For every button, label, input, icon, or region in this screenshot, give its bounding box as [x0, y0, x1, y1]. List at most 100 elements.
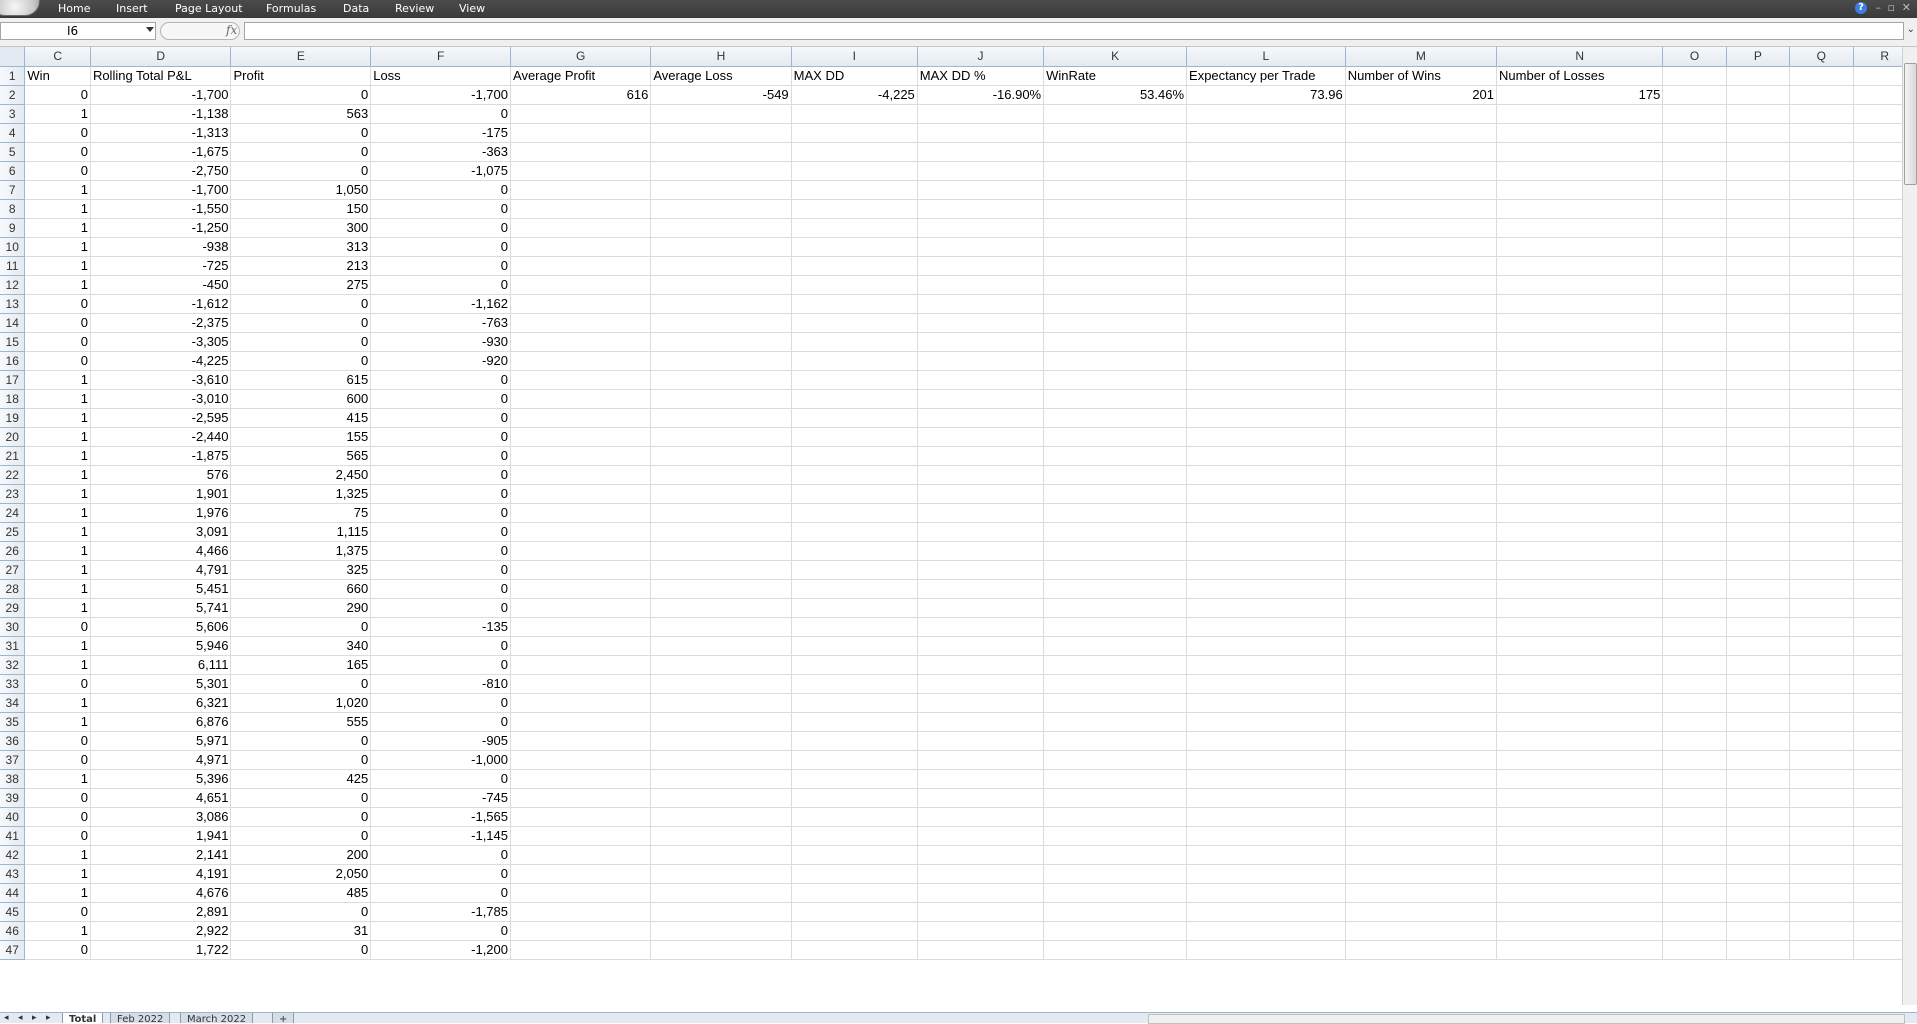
cell[interactable]	[1043, 104, 1188, 124]
cell[interactable]	[1662, 484, 1727, 504]
cell[interactable]: 0	[230, 788, 372, 808]
cell[interactable]	[1789, 522, 1854, 542]
cell[interactable]	[1726, 750, 1791, 770]
cell[interactable]	[1496, 826, 1664, 846]
cell[interactable]	[1043, 921, 1188, 941]
cell[interactable]: 0	[370, 598, 512, 618]
cell[interactable]: 5,606	[90, 617, 232, 637]
cell[interactable]: 0	[370, 218, 512, 238]
cell[interactable]: 0	[370, 921, 512, 941]
cell[interactable]	[1662, 332, 1727, 352]
cell[interactable]: 0	[370, 180, 512, 200]
cell[interactable]	[1496, 427, 1664, 447]
cell[interactable]	[1726, 712, 1791, 732]
column-header-q[interactable]: Q	[1789, 47, 1854, 67]
cell[interactable]: -1,700	[370, 85, 512, 105]
cell[interactable]	[1043, 332, 1188, 352]
column-header-d[interactable]: D	[90, 47, 232, 67]
cell[interactable]: 565	[230, 446, 372, 466]
cell[interactable]	[791, 161, 918, 181]
cell[interactable]	[1789, 484, 1854, 504]
cell[interactable]: 0	[24, 351, 91, 371]
cell[interactable]: 1	[24, 769, 91, 789]
close-icon[interactable]: ✕	[1902, 1, 1911, 14]
cell[interactable]	[1726, 389, 1791, 409]
cell[interactable]: 1	[24, 256, 91, 276]
cell[interactable]	[510, 902, 652, 922]
cell[interactable]: 0	[24, 807, 91, 827]
cell[interactable]: -1,565	[370, 807, 512, 827]
cell[interactable]	[1186, 275, 1346, 295]
cell[interactable]	[510, 769, 652, 789]
cell[interactable]: -2,375	[90, 313, 232, 333]
cell[interactable]	[1726, 731, 1791, 751]
cell[interactable]: Rolling Total P&L	[90, 66, 232, 86]
cell[interactable]	[1789, 427, 1854, 447]
row-header[interactable]: 31	[0, 636, 26, 656]
row-header[interactable]: 38	[0, 769, 26, 789]
cell[interactable]	[1186, 218, 1346, 238]
cell[interactable]	[1726, 180, 1791, 200]
cell[interactable]	[1496, 636, 1664, 656]
cell[interactable]: 0	[370, 693, 512, 713]
cell[interactable]	[917, 294, 1045, 314]
cell[interactable]	[1496, 408, 1664, 428]
cell[interactable]	[1789, 674, 1854, 694]
cell[interactable]	[791, 902, 918, 922]
cell[interactable]: 1	[24, 522, 91, 542]
row-header[interactable]: 13	[0, 294, 26, 314]
cell[interactable]	[650, 446, 792, 466]
cell[interactable]: 0	[370, 256, 512, 276]
cell[interactable]	[1726, 294, 1791, 314]
cell[interactable]	[1186, 503, 1346, 523]
tab-review[interactable]: Review	[395, 2, 434, 16]
cell[interactable]: 4,191	[90, 864, 232, 884]
cell[interactable]	[1789, 769, 1854, 789]
cell[interactable]	[1726, 408, 1791, 428]
cell[interactable]: 1	[24, 389, 91, 409]
cell[interactable]: -2,595	[90, 408, 232, 428]
cell[interactable]	[650, 807, 792, 827]
cell[interactable]	[1726, 104, 1791, 124]
cell[interactable]	[650, 826, 792, 846]
cell[interactable]: 3,086	[90, 807, 232, 827]
cell[interactable]: 201	[1345, 85, 1498, 105]
name-box-dropdown-icon[interactable]	[146, 27, 154, 32]
cell[interactable]	[1726, 940, 1791, 960]
cell[interactable]	[791, 218, 918, 238]
cell[interactable]	[510, 142, 652, 162]
cell[interactable]	[917, 769, 1045, 789]
cell[interactable]	[1662, 598, 1727, 618]
cell[interactable]: 2,050	[230, 864, 372, 884]
cell[interactable]	[791, 275, 918, 295]
cell[interactable]	[1789, 218, 1854, 238]
cell[interactable]: 0	[230, 351, 372, 371]
cell[interactable]: 0	[24, 902, 91, 922]
cell[interactable]: 1	[24, 598, 91, 618]
tab-page-layout[interactable]: Page Layout	[175, 2, 243, 16]
cell[interactable]	[1496, 332, 1664, 352]
cell[interactable]	[1662, 845, 1727, 865]
cell[interactable]	[1726, 807, 1791, 827]
cell[interactable]	[791, 883, 918, 903]
cell[interactable]: Average Loss	[650, 66, 792, 86]
cell[interactable]	[1345, 180, 1498, 200]
cell[interactable]: 0	[370, 522, 512, 542]
cell[interactable]	[1496, 940, 1664, 960]
cell[interactable]	[650, 845, 792, 865]
cell[interactable]	[1662, 446, 1727, 466]
cell[interactable]	[917, 275, 1045, 295]
cell[interactable]	[1726, 275, 1791, 295]
cell[interactable]: 1,115	[230, 522, 372, 542]
cell[interactable]: Profit	[230, 66, 372, 86]
cell[interactable]: 0	[230, 750, 372, 770]
cell[interactable]	[1789, 237, 1854, 257]
cell[interactable]	[1043, 826, 1188, 846]
cell[interactable]: -930	[370, 332, 512, 352]
cell[interactable]	[917, 598, 1045, 618]
cell[interactable]	[1496, 845, 1664, 865]
column-header-l[interactable]: L	[1186, 47, 1346, 67]
cell[interactable]: 325	[230, 560, 372, 580]
cell[interactable]: 1,722	[90, 940, 232, 960]
cell[interactable]	[1345, 218, 1498, 238]
